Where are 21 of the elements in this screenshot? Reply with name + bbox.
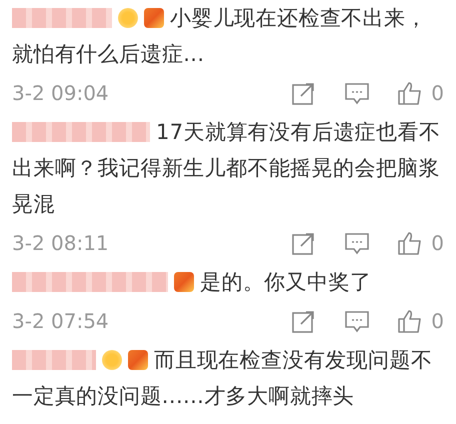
comment-icon[interactable] [344, 230, 370, 256]
comment-text: 17天就算有没有后遗症也看不出来啊？我记得新生儿都不能摇晃的会把脑浆晃混 [12, 119, 442, 218]
comment-icon[interactable] [344, 308, 370, 334]
thumbs-up-icon[interactable] [397, 308, 424, 334]
comment-text: 是的。你又中奖了 [12, 264, 444, 300]
comment-time: 3-2 09:04 [12, 81, 110, 105]
like-count: 0 [431, 81, 444, 105]
thumbs-up-icon[interactable] [397, 80, 424, 106]
like-count: 0 [431, 231, 444, 255]
badge-icon [118, 8, 138, 28]
comment-text: 小婴儿现在还检查不出来，就怕有什么后遗症... [12, 5, 428, 68]
badge-icon [144, 8, 164, 28]
badge-icon [102, 350, 122, 370]
comment-icon[interactable] [344, 80, 370, 106]
badge-icon [128, 350, 148, 370]
thumbs-up-icon[interactable] [397, 230, 424, 256]
comment-text: 而且现在检查没有发现问题不一定真的没问题......才多大啊就摔头 [12, 347, 434, 410]
like-count: 0 [431, 309, 444, 333]
badge-icon [174, 272, 194, 292]
comment-time: 3-2 07:54 [12, 309, 110, 333]
comment-time: 3-2 08:11 [12, 231, 110, 255]
